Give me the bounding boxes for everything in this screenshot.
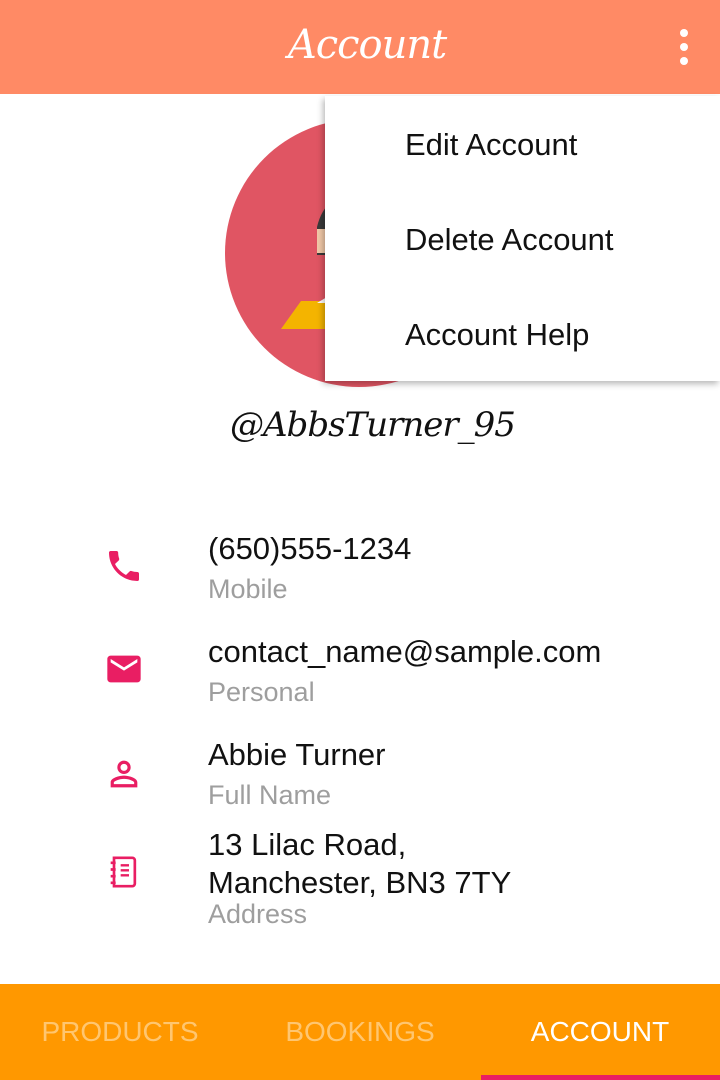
address-label: Address (208, 899, 308, 929)
more-vert-icon[interactable] (664, 22, 704, 72)
address-text: 13 Lilac Road, Manchester, BN3 7TY (208, 827, 512, 900)
full-name: Abbie Turner (208, 737, 386, 772)
phone-type-label: Mobile (208, 574, 288, 604)
account-help-menu-item[interactable]: Account Help (405, 287, 705, 382)
address-book-icon (110, 856, 137, 888)
overflow-menu: Edit Account Delete Account Account Help (325, 96, 720, 381)
full-name-label: Full Name (208, 780, 332, 810)
delete-account-menu-item[interactable]: Delete Account (405, 192, 705, 287)
tab-account[interactable]: ACCOUNT (480, 984, 720, 1080)
email-type-label: Personal (208, 677, 315, 707)
email-icon (107, 655, 141, 683)
menu-dot (680, 29, 688, 37)
tab-bookings[interactable]: BOOKINGS (240, 984, 480, 1080)
person-icon (110, 760, 138, 788)
page-title: Account (287, 22, 447, 68)
menu-dot (680, 57, 688, 65)
active-tab-indicator (481, 1075, 720, 1080)
bottom-tab-bar: PRODUCTS BOOKINGS ACCOUNT (0, 984, 720, 1080)
phone-number: (650)555-1234 (208, 531, 412, 566)
tab-products[interactable]: PRODUCTS (0, 984, 240, 1080)
email-address: contact_name@sample.com (208, 634, 602, 669)
phone-icon (109, 551, 139, 581)
edit-account-menu-item[interactable]: Edit Account (405, 97, 705, 192)
menu-dot (680, 43, 688, 51)
app-bar: Account (0, 0, 720, 94)
username-handle: @AbbsTurner_95 (230, 405, 516, 445)
